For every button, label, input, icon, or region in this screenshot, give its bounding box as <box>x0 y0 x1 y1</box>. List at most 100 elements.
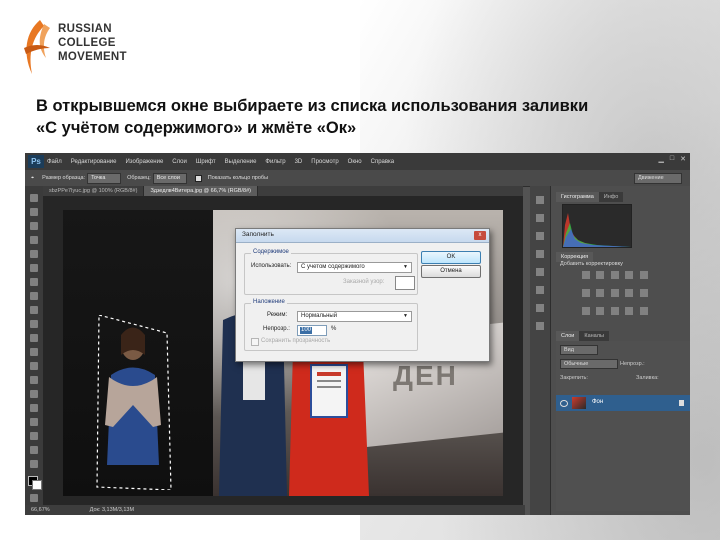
layer-opacity-label: Непрозр.: <box>620 361 645 367</box>
shape-tool-icon[interactable] <box>30 432 38 440</box>
path-select-icon[interactable] <box>30 418 38 426</box>
hand-tool-icon[interactable] <box>30 446 38 454</box>
rcm-logo: RUSSIAN COLLEGE MOVEMENT <box>20 18 140 80</box>
use-select[interactable]: С учетом содержимого ▼ <box>297 262 412 273</box>
zoom-tool-icon[interactable] <box>30 460 38 468</box>
tab-layers[interactable]: Слои <box>556 331 580 341</box>
vibrance-icon[interactable] <box>639 271 648 279</box>
layer-row-background[interactable]: Фон <box>556 395 690 411</box>
chevron-down-icon: ▼ <box>403 313 408 319</box>
tool-presets-icon[interactable] <box>536 304 544 312</box>
lasso-tool-icon[interactable] <box>30 222 38 230</box>
workspace-select[interactable]: Движение <box>634 173 682 184</box>
type-tool-icon[interactable] <box>30 404 38 412</box>
eraser-tool-icon[interactable] <box>30 334 38 342</box>
brightness-icon[interactable] <box>582 271 590 279</box>
curves-icon[interactable] <box>610 271 619 279</box>
menu-select[interactable]: Выделение <box>225 159 257 165</box>
paragraph-panel-icon[interactable] <box>536 286 544 294</box>
blend-mode-select[interactable]: Обычные <box>560 359 618 369</box>
eyedropper-icon[interactable] <box>30 264 38 272</box>
marquee-tool-icon[interactable] <box>30 208 38 216</box>
options-bar: ⌖ Размер образца: Точка Образец: Все сло… <box>25 170 690 187</box>
brush-tool-icon[interactable] <box>30 292 38 300</box>
menu-file[interactable]: Файл <box>47 159 62 165</box>
crop-tool-icon[interactable] <box>30 250 38 258</box>
properties-panel-icon[interactable] <box>536 322 544 330</box>
menu-type[interactable]: Шрифт <box>196 159 216 165</box>
tab-document-1[interactable]: sbzPPe7Iyuc.jpg @ 100% (RGB/8#) <box>43 186 145 196</box>
background-color-swatch[interactable] <box>32 480 42 490</box>
layer-filter-kind[interactable]: Вид <box>560 345 598 355</box>
close-window-icon[interactable]: ✕ <box>680 155 686 163</box>
preserve-transparency-checkbox[interactable] <box>251 338 259 346</box>
dodge-tool-icon[interactable] <box>30 376 38 384</box>
visibility-eye-icon[interactable] <box>560 400 568 407</box>
menu-help[interactable]: Справка <box>371 159 395 165</box>
sample-select[interactable]: Все слои <box>152 172 187 184</box>
menu-image[interactable]: Изображение <box>125 159 163 165</box>
levels-icon[interactable] <box>596 271 605 279</box>
cancel-button[interactable]: Отмена <box>421 265 481 278</box>
hue-saturation-icon[interactable] <box>582 289 590 297</box>
menu-edit[interactable]: Редактирование <box>71 159 117 165</box>
menu-view[interactable]: Просмотр <box>311 159 338 165</box>
threshold-icon[interactable] <box>610 307 619 315</box>
layers-tabs: Слои Каналы <box>556 331 609 341</box>
history-panel-icon[interactable] <box>536 196 544 204</box>
ps-app-icon[interactable]: Ps <box>28 155 44 168</box>
ok-button[interactable]: OK <box>421 251 481 264</box>
gradient-tool-icon[interactable] <box>30 348 38 356</box>
tab-histogram[interactable]: Гистограмма <box>556 192 599 202</box>
clone-stamp-icon[interactable] <box>30 306 38 314</box>
tools-panel <box>25 186 44 505</box>
posterize-icon[interactable] <box>596 307 605 315</box>
menu-bar: Ps Файл Редактирование Изображение Слои … <box>25 153 690 170</box>
dialog-title: Заполнить <box>242 231 274 238</box>
maximize-icon[interactable]: □ <box>670 155 674 163</box>
photo-filter-icon[interactable] <box>625 289 634 297</box>
histogram-tabs: Гистограмма Инфо <box>556 192 624 202</box>
mode-select[interactable]: Нормальный ▼ <box>297 311 412 322</box>
sample-size-select[interactable]: Точка <box>87 172 122 184</box>
menu-3d[interactable]: 3D <box>295 159 303 165</box>
exposure-icon[interactable] <box>625 271 634 279</box>
clone-source-icon[interactable] <box>536 250 544 258</box>
character-panel-icon[interactable] <box>536 268 544 276</box>
tab-info[interactable]: Инфо <box>598 192 624 202</box>
quick-mask-icon[interactable] <box>30 494 38 502</box>
dialog-close-button[interactable]: x <box>474 231 486 240</box>
color-balance-icon[interactable] <box>596 289 605 297</box>
opacity-input[interactable]: 100 <box>297 325 327 336</box>
invert-icon[interactable] <box>582 307 590 315</box>
menu-window[interactable]: Окно <box>348 159 362 165</box>
heading-line-1: В открывшемся окне выбираете из списка и… <box>36 97 589 115</box>
tab-document-2[interactable]: Здзедлв4Витера.jpg @ 66,7% (RGB/8#) <box>144 186 258 196</box>
move-tool-icon[interactable] <box>30 194 38 202</box>
dialog-titlebar[interactable]: Заполнить x <box>236 229 489 243</box>
channel-mixer-icon[interactable] <box>639 289 648 297</box>
fill-dialog: Заполнить x Содержимое Использовать: С у… <box>235 228 490 362</box>
logo-line-2: COLLEGE <box>58 37 116 49</box>
selective-color-icon[interactable] <box>639 307 648 315</box>
healing-brush-icon[interactable] <box>30 278 38 286</box>
menu-filter[interactable]: Фильтр <box>265 159 285 165</box>
quick-select-tool-icon[interactable] <box>30 236 38 244</box>
show-ring-checkbox[interactable] <box>194 174 202 182</box>
zoom-level[interactable]: 66,67% <box>31 507 50 513</box>
blur-tool-icon[interactable] <box>30 362 38 370</box>
custom-pattern-swatch[interactable] <box>395 276 415 290</box>
blending-group-title: Наложение <box>251 299 287 305</box>
black-white-icon[interactable] <box>610 289 619 297</box>
pen-tool-icon[interactable] <box>30 390 38 398</box>
fill-label: Заливка: <box>636 375 659 381</box>
actions-panel-icon[interactable] <box>536 214 544 222</box>
menu-layers[interactable]: Слои <box>172 159 187 165</box>
tab-channels[interactable]: Каналы <box>579 331 609 341</box>
brush-panel-icon[interactable] <box>536 232 544 240</box>
adjustment-icons <box>582 270 662 324</box>
history-brush-icon[interactable] <box>30 320 38 328</box>
gradient-map-icon[interactable] <box>625 307 634 315</box>
minimize-icon[interactable]: ▁ <box>659 155 664 163</box>
use-label: Использовать: <box>251 263 292 269</box>
